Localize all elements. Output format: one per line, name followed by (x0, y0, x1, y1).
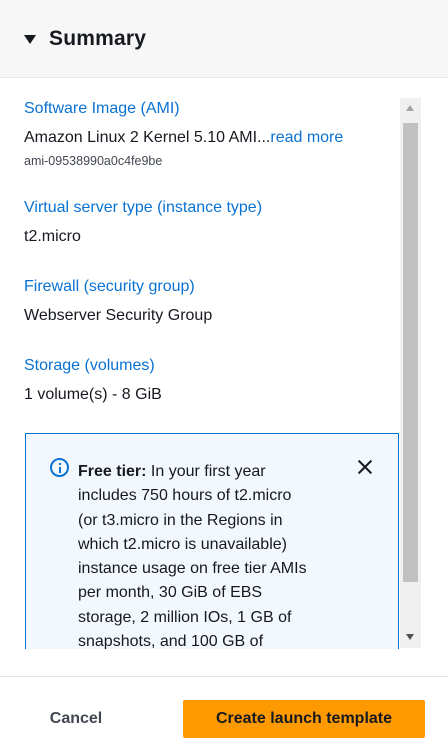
scroll-up-arrow-icon[interactable] (400, 98, 421, 118)
firewall-value: Webserver Security Group (24, 307, 213, 324)
summary-title: Summary (49, 26, 147, 50)
instance-type-value: t2.micro (24, 228, 81, 245)
ami-label: Software Image (AMI) (24, 100, 180, 117)
summary-header[interactable]: Summary (0, 0, 448, 78)
scrollbar-thumb[interactable] (403, 123, 418, 582)
alert-line: snapshots, and 100 GB of (78, 633, 264, 649)
free-tier-alert: Free tier: In your first year includes 7… (25, 433, 399, 649)
ami-value: Amazon Linux 2 Kernel 5.10 AMI...read mo… (24, 129, 343, 147)
alert-line: which t2.micro is unavailable) (78, 535, 287, 553)
alert-line: storage, 2 million IOs, 1 GB of (78, 608, 292, 626)
storage-label: Storage (volumes) (24, 357, 155, 374)
read-more-link[interactable]: read more (270, 129, 343, 146)
alert-line: instance usage on free tier AMIs (78, 560, 307, 578)
ami-name: Amazon Linux 2 Kernel 5.10 AMI... (24, 129, 271, 146)
alert-line: includes 750 hours of t2.micro (78, 487, 292, 505)
alert-line: per month, 30 GiB of EBS (78, 584, 263, 602)
cancel-button[interactable]: Cancel (28, 700, 124, 738)
alert-title: Free tier: (78, 463, 147, 480)
create-launch-template-button[interactable]: Create launch template (183, 700, 425, 738)
instance-type-label: Virtual server type (instance type) (24, 199, 263, 216)
scroll-down-arrow-icon[interactable] (400, 628, 421, 648)
caret-down-icon[interactable] (24, 35, 36, 44)
firewall-label: Firewall (security group) (24, 278, 195, 295)
content-scrollbar[interactable] (400, 98, 421, 648)
summary-content: Software Image (AMI) Amazon Linux 2 Kern… (0, 79, 400, 649)
alert-line: (or t3.micro in the Regions in (78, 511, 283, 529)
storage-value: 1 volume(s) - 8 GiB (24, 386, 162, 403)
free-tier-alert-text: Free tier: In your first year includes 7… (78, 460, 340, 649)
summary-panel: Summary Software Image (AMI) Amazon Linu… (0, 0, 448, 747)
alert-line-text: In your first year (150, 463, 266, 480)
alert-line: Free tier: In your first year (78, 460, 340, 484)
ami-id: ami-09538990a0c4fe9be (24, 154, 163, 168)
info-icon (50, 458, 69, 477)
summary-footer: Cancel Create launch template (0, 676, 448, 747)
close-icon[interactable] (356, 458, 374, 476)
